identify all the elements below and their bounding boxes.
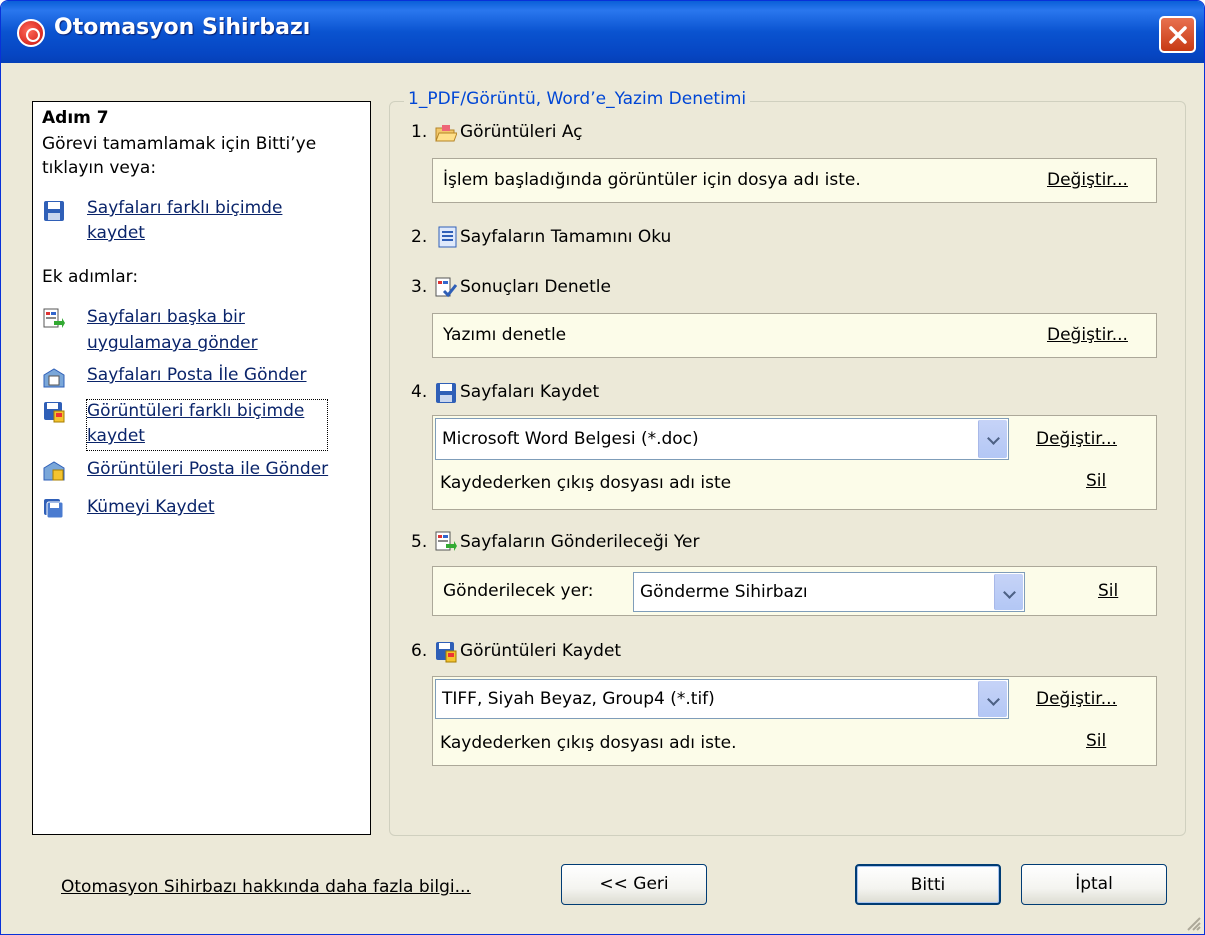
mail-icon xyxy=(43,368,65,388)
mail-image-icon xyxy=(43,461,65,481)
send-app-link[interactable]: Sayfaları başka bir xyxy=(87,307,245,327)
floppy-icon xyxy=(44,201,64,221)
chevron-down-icon[interactable] xyxy=(994,574,1023,610)
step5-delete-link[interactable]: Sil xyxy=(1098,581,1118,601)
wizard-window: Otomasyon Sihirbazı Adım 7 Görevi tamaml… xyxy=(0,0,1205,935)
step6-format-value: TIFF, Siyah Beyaz, Group4 (*.tif) xyxy=(442,689,715,709)
open-folder-icon xyxy=(435,125,457,142)
resize-grip-icon[interactable] xyxy=(1182,912,1202,932)
step3-change-link[interactable]: Değiştir... xyxy=(1047,325,1128,345)
save-image-icon xyxy=(436,642,457,663)
instruction-text-2: tıklayın veya: xyxy=(42,158,157,178)
step4-format-value: Microsoft Word Belgesi (*.doc) xyxy=(442,429,699,449)
step3-detail: Yazımı denetle xyxy=(443,325,567,345)
step4-number: 4. xyxy=(411,382,428,402)
step1-label: Görüntüleri Aç xyxy=(460,122,583,142)
step4-label: Sayfaları Kaydet xyxy=(460,382,600,402)
check-icon xyxy=(435,277,457,298)
title-bar: Otomasyon Sihirbazı xyxy=(1,1,1204,63)
step6-detail-box: TIFF, Siyah Beyaz, Group4 (*.tif) Değişt… xyxy=(432,676,1157,766)
chevron-down-icon[interactable] xyxy=(978,681,1007,717)
step5-label: Sayfaların Gönderileceği Yer xyxy=(460,532,700,552)
step6-label: Görüntüleri Kaydet xyxy=(460,641,622,661)
step6-detail: Kaydederken çıkış dosyası adı iste. xyxy=(440,733,737,753)
group-title: 1_PDF/Görüntü, Word’e_Yazim Denetimi xyxy=(404,89,751,109)
step5-number: 5. xyxy=(411,532,428,552)
step2-label: Sayfaların Tamamını Oku xyxy=(460,227,672,247)
send-app-icon xyxy=(43,308,65,328)
back-button[interactable]: << Geri xyxy=(561,864,707,905)
step3-label: Sonuçları Denetle xyxy=(460,277,611,297)
step4-delete-link[interactable]: Sil xyxy=(1086,471,1106,491)
app-icon xyxy=(17,19,45,47)
step5-detail-box: Gönderilecek yer: Gönderme Sihirbazı Sil xyxy=(432,566,1157,616)
step1-change-link[interactable]: Değiştir... xyxy=(1047,170,1128,190)
step2-number: 2. xyxy=(411,227,428,247)
step4-detail-box: Microsoft Word Belgesi (*.doc) Değiştir.… xyxy=(432,415,1157,510)
save-cluster-icon xyxy=(44,499,64,519)
step5-target-label: Gönderilecek yer: xyxy=(443,581,594,601)
step1-detail: İşlem başladığında görüntüler için dosya… xyxy=(443,170,861,190)
step6-number: 6. xyxy=(411,641,428,661)
save-pages-link[interactable]: Sayfaları farklı biçimde xyxy=(87,198,282,218)
step5-target-select[interactable]: Gönderme Sihirbazı xyxy=(633,572,1025,612)
save-images-link[interactable]: Görüntüleri farklı biçimde xyxy=(87,401,304,421)
step-heading: Adım 7 xyxy=(42,108,109,128)
step5-target-value: Gönderme Sihirbazı xyxy=(640,582,808,602)
instruction-text: Görevi tamamlamak için Bitti’ye xyxy=(42,134,317,154)
window-title: Otomasyon Sihirbazı xyxy=(54,15,311,40)
step3-detail-box: Yazımı denetle Değiştir... xyxy=(432,313,1157,358)
chevron-down-icon[interactable] xyxy=(978,420,1007,458)
floppy-icon xyxy=(436,383,456,403)
close-icon xyxy=(1169,26,1187,44)
cancel-button[interactable]: İptal xyxy=(1021,864,1167,905)
read-page-icon xyxy=(438,226,457,248)
step4-detail: Kaydederken çıkış dosyası adı iste xyxy=(440,473,732,493)
extra-steps-heading: Ek adımlar: xyxy=(42,267,139,287)
step1-number: 1. xyxy=(411,122,428,142)
mail-pages-link[interactable]: Sayfaları Posta İle Gönder xyxy=(87,365,307,385)
step6-change-link[interactable]: Değiştir... xyxy=(1036,689,1117,709)
save-images-link-2[interactable]: kaydet xyxy=(87,426,145,446)
save-cluster-link[interactable]: Kümeyi Kaydet xyxy=(87,497,215,517)
close-button[interactable] xyxy=(1159,16,1196,53)
step4-change-link[interactable]: Değiştir... xyxy=(1036,429,1117,449)
save-image-icon xyxy=(44,402,65,423)
step6-delete-link[interactable]: Sil xyxy=(1086,731,1106,751)
step3-number: 3. xyxy=(411,277,428,297)
finish-button[interactable]: Bitti xyxy=(855,864,1001,905)
step6-format-select[interactable]: TIFF, Siyah Beyaz, Group4 (*.tif) xyxy=(435,679,1009,719)
mail-images-link[interactable]: Görüntüleri Posta ile Gönder xyxy=(87,459,328,479)
step1-detail-box: İşlem başladığında görüntüler için dosya… xyxy=(432,158,1157,203)
send-app-icon xyxy=(435,531,457,551)
send-app-link-2[interactable]: uygulamaya gönder xyxy=(87,333,258,353)
save-pages-link-2[interactable]: kaydet xyxy=(87,223,145,243)
step4-format-select[interactable]: Microsoft Word Belgesi (*.doc) xyxy=(435,418,1009,460)
more-info-link[interactable]: Otomasyon Sihirbazı hakkında daha fazla … xyxy=(61,877,471,897)
